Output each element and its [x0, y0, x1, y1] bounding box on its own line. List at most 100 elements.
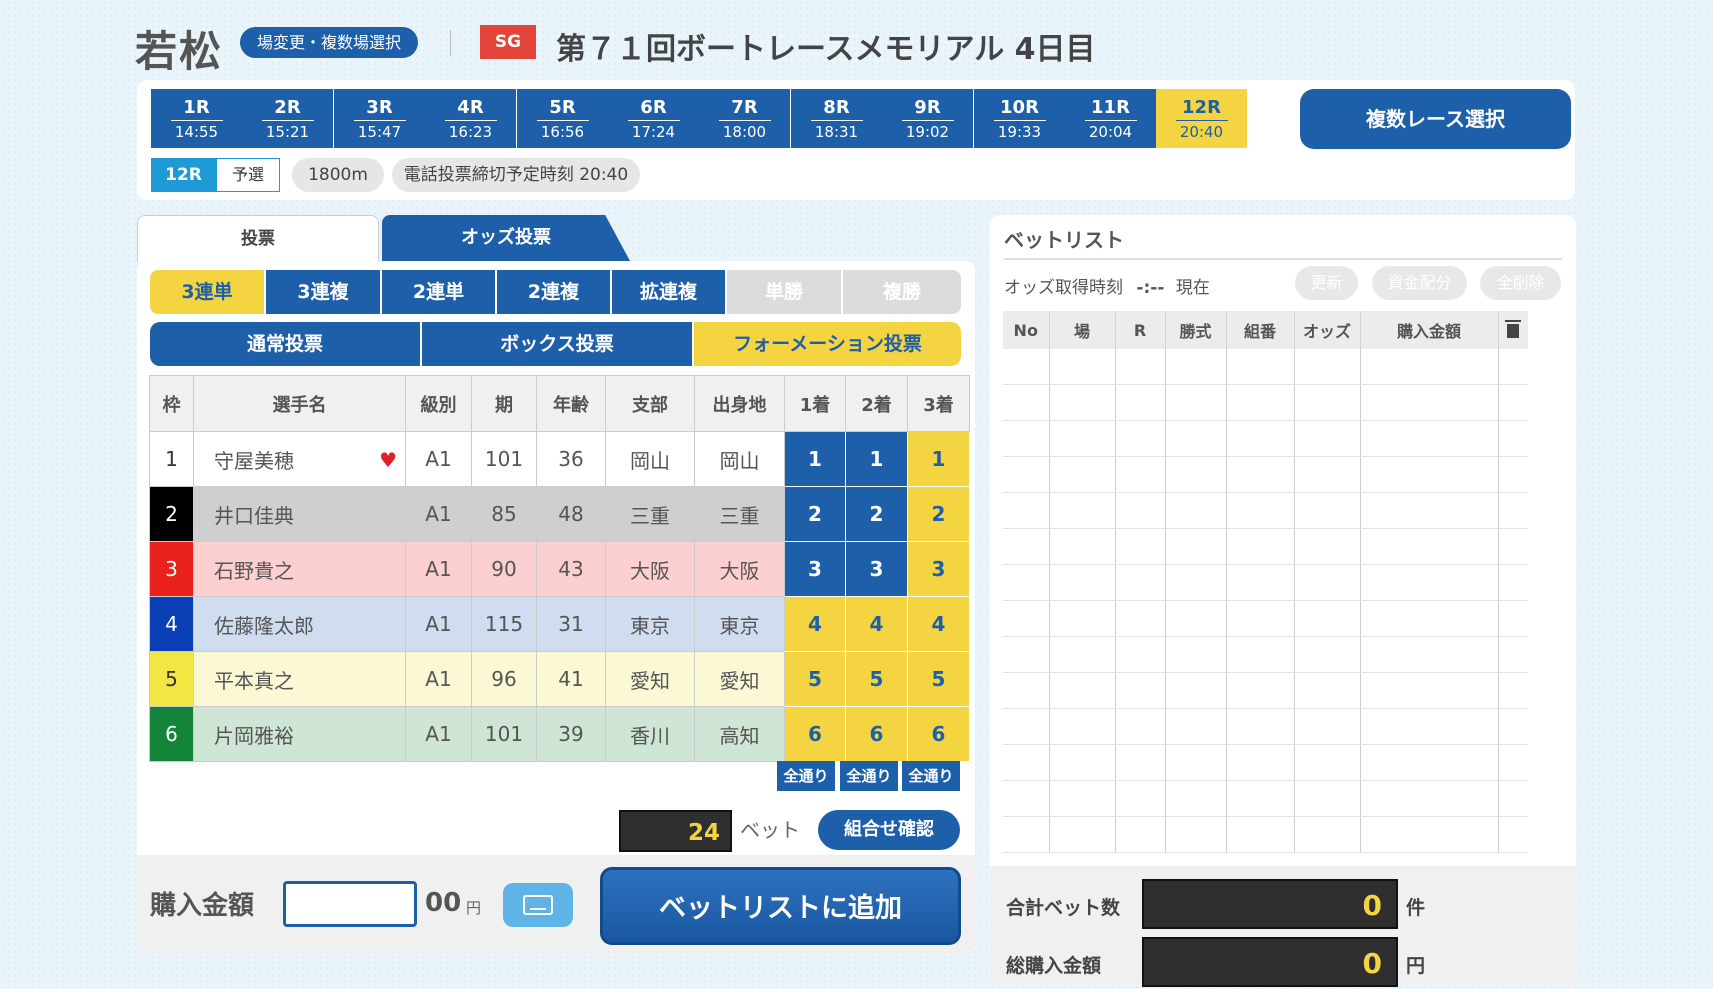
pick-3rd-button[interactable]: 5	[907, 651, 970, 707]
race-tab-5r[interactable]: 5R 16:56	[517, 89, 608, 148]
grade-badge: SG	[480, 25, 536, 59]
racer-name-text: 石野貴之	[214, 558, 294, 583]
pick-2nd-button[interactable]: 6	[845, 706, 908, 762]
pick-3rd-button[interactable]: 2	[907, 486, 970, 542]
vote-mode-formation-button[interactable]: フォーメーション投票	[694, 322, 961, 366]
race-tab-4r[interactable]: 4R 16:23	[425, 89, 516, 148]
betlist-cell	[1498, 708, 1528, 745]
betlist-cell	[1165, 384, 1227, 421]
race-tab-7r[interactable]: 7R 18:00	[699, 89, 790, 148]
pick-1st-button[interactable]: 5	[784, 651, 846, 707]
racer-name: 佐藤隆太郎	[193, 596, 406, 652]
odds-time-now: 現在	[1175, 278, 1210, 298]
racer-class: A1	[405, 596, 472, 652]
race-tab-11r[interactable]: 11R 20:04	[1065, 89, 1156, 148]
betlist-cell	[1498, 816, 1528, 853]
combination-confirm-button[interactable]: 組合せ確認	[818, 810, 960, 850]
tab-odds-vote[interactable]: オッズ投票	[382, 215, 630, 261]
race-number-badge: 12R	[151, 158, 216, 192]
betlist-cell	[1226, 564, 1295, 601]
racer-birthplace: 三重	[694, 486, 785, 542]
vote-mode-normal-button[interactable]: 通常投票	[150, 322, 420, 366]
betlist-row	[1003, 636, 1528, 673]
multi-race-select-button[interactable]: 複数レース選択	[1300, 89, 1571, 149]
racer-term: 101	[471, 706, 537, 762]
race-tab-6r[interactable]: 6R 17:24	[608, 89, 699, 148]
betlist-cell	[1049, 600, 1116, 637]
pick-1st-button[interactable]: 3	[784, 541, 846, 597]
betlist-cell	[1049, 744, 1116, 781]
pick-2nd-button[interactable]: 5	[845, 651, 908, 707]
fund-allocation-button[interactable]: 資金配分	[1372, 266, 1467, 300]
betlist-cell	[1115, 456, 1166, 493]
race-tab-divider	[170, 120, 223, 121]
betlist-header-odds: オッズ	[1294, 311, 1361, 349]
betlist-cell	[1226, 780, 1295, 817]
betlist-cell	[1115, 384, 1166, 421]
racer-term: 96	[471, 651, 537, 707]
bettype-quinella-place-button[interactable]: 拡連複	[612, 270, 725, 314]
betlist-cell	[1360, 564, 1499, 601]
betlist-row	[1003, 708, 1528, 745]
tab-vote[interactable]: 投票	[137, 215, 379, 262]
race-tab-time: 20:40	[1179, 123, 1224, 141]
betlist-cell	[1294, 672, 1361, 709]
pick-3rd-button[interactable]: 3	[907, 541, 970, 597]
betlist-cell	[1294, 528, 1361, 565]
betlist-row	[1003, 600, 1528, 637]
pick-1st-button[interactable]: 4	[784, 596, 846, 652]
betlist-cell	[1360, 780, 1499, 817]
favorite-heart-icon[interactable]: ♥	[379, 448, 397, 472]
all-2nd-button[interactable]: 全通り	[840, 761, 898, 791]
racer-frame: 6	[149, 706, 194, 762]
all-3rd-button[interactable]: 全通り	[902, 761, 960, 791]
bettype-trio-button[interactable]: 3連複	[266, 270, 380, 314]
betlist-cell	[1226, 816, 1295, 853]
betlist-title: ベットリスト	[1004, 228, 1124, 252]
purchase-amount-input[interactable]	[283, 881, 417, 927]
race-tab-1r[interactable]: 1R 14:55	[151, 89, 242, 148]
race-tab-3r[interactable]: 3R 15:47	[334, 89, 425, 148]
racer-birthplace: 岡山	[694, 431, 785, 487]
race-tab-time: 20:04	[1088, 123, 1133, 141]
bettype-quinella-button[interactable]: 2連複	[497, 270, 610, 314]
racer-frame: 5	[149, 651, 194, 707]
race-tab-2r[interactable]: 2R 15:21	[242, 89, 333, 148]
pick-3rd-button[interactable]: 4	[907, 596, 970, 652]
betlist-row	[1003, 564, 1528, 601]
racer-name: 平本真之	[193, 651, 406, 707]
vote-mode-box-button[interactable]: ボックス投票	[422, 322, 692, 366]
pick-2nd-button[interactable]: 4	[845, 596, 908, 652]
betlist-cell	[1165, 780, 1227, 817]
race-tab-9r[interactable]: 9R 19:02	[882, 89, 973, 148]
purchase-amount-label: 購入金額	[150, 891, 255, 921]
race-tab-time: 18:00	[722, 123, 767, 141]
betlist-header-delete[interactable]	[1498, 311, 1528, 349]
delete-all-button[interactable]: 全削除	[1480, 266, 1561, 300]
all-1st-button[interactable]: 全通り	[777, 761, 835, 791]
tab-odds-vote-label: オッズ投票	[461, 227, 551, 248]
change-venue-button[interactable]: 場変更・複数場選択	[240, 27, 418, 58]
pick-1st-button[interactable]: 1	[784, 431, 846, 487]
race-tab-10r[interactable]: 10R 19:33	[974, 89, 1065, 148]
pick-1st-button[interactable]: 2	[784, 486, 846, 542]
betlist-cell	[1003, 708, 1050, 745]
betlist-cell	[1226, 420, 1295, 457]
bettype-trifecta-button[interactable]: 3連単	[150, 270, 264, 314]
pick-2nd-button[interactable]: 1	[845, 431, 908, 487]
pick-2nd-button[interactable]: 3	[845, 541, 908, 597]
add-to-betlist-button[interactable]: ベットリストに追加	[600, 867, 961, 945]
pick-2nd-button[interactable]: 2	[845, 486, 908, 542]
pick-3rd-button[interactable]: 1	[907, 431, 970, 487]
pick-3rd-button[interactable]: 6	[907, 706, 970, 762]
keyboard-button[interactable]	[503, 883, 573, 927]
betlist-cell	[1049, 349, 1116, 385]
bettype-exacta-button[interactable]: 2連単	[382, 270, 495, 314]
betlist-row	[1003, 456, 1528, 493]
race-tab-12r[interactable]: 12R 20:40	[1156, 89, 1247, 148]
race-tab-8r[interactable]: 8R 18:31	[791, 89, 882, 148]
pick-1st-button[interactable]: 6	[784, 706, 846, 762]
betlist-cell	[1294, 456, 1361, 493]
refresh-button[interactable]: 更新	[1295, 266, 1358, 300]
racer-class: A1	[405, 651, 472, 707]
